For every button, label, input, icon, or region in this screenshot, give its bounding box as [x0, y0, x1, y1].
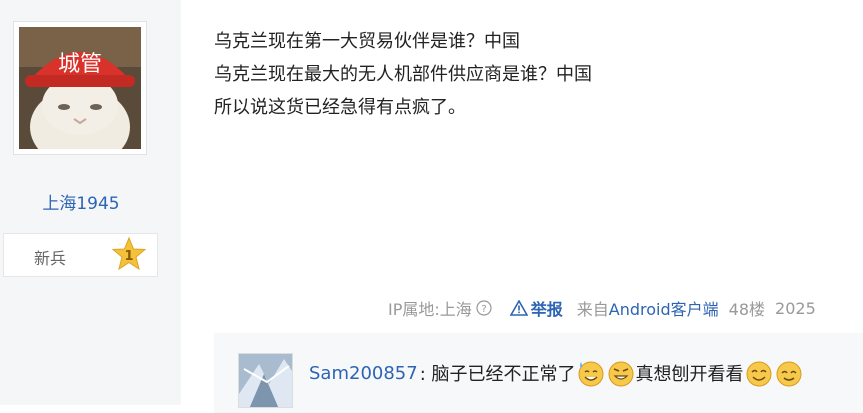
- report-label: 举报: [530, 300, 563, 319]
- author-sidebar: 城管 上海1945 新兵 1: [0, 0, 181, 405]
- client-source: 来自Android客户端: [577, 296, 719, 320]
- post-line-1: 乌克兰现在第一大贸易伙伴是谁？中国: [214, 31, 520, 52]
- comment-body-part1: : 脑子已经不正常了: [419, 364, 576, 385]
- level-title: 新兵: [34, 249, 67, 268]
- commenter-name-link[interactable]: Sam200857: [309, 363, 418, 384]
- report-button[interactable]: 举报: [509, 296, 563, 320]
- post-line-3: 所以说这货已经急得有点疯了。: [214, 97, 466, 118]
- comment-body-part2: 真想刨开看看: [635, 364, 744, 385]
- level-star-badge-icon: 1: [111, 236, 147, 271]
- svg-text:?: ?: [481, 304, 486, 315]
- level-box: 新兵 1: [3, 233, 158, 277]
- warning-triangle-icon: [509, 300, 528, 316]
- author-avatar[interactable]: 城管: [13, 21, 147, 155]
- comment-text: Sam200857 : 脑子已经不正常了 真想刨开看看: [309, 358, 804, 388]
- level-number: 1: [124, 249, 133, 264]
- blush-emoji-icon: [776, 361, 801, 387]
- post-line-2: 乌克兰现在最大的无人机部件供应商是谁？中国: [214, 64, 592, 85]
- floor-number: 48楼: [728, 300, 766, 319]
- commenter-avatar[interactable]: [238, 353, 293, 408]
- grin-emoji-icon: [608, 361, 633, 387]
- post-meta: IP属地:上海 ? 举报 来自Android客户端 48楼 2025: [388, 296, 816, 320]
- avatar-image: 城管: [19, 27, 141, 149]
- post-content: 乌克兰现在第一大贸易伙伴是谁？中国 乌克兰现在最大的无人机部件供应商是谁？中国 …: [214, 25, 592, 124]
- smile-emoji-icon: [746, 361, 771, 387]
- client-prefix: 来自: [576, 300, 609, 319]
- helmet-text: 城管: [58, 52, 102, 77]
- client-link[interactable]: Android客户端: [609, 300, 719, 319]
- author-name-link[interactable]: 上海1945: [0, 189, 162, 214]
- sweat-smile-emoji-icon: [578, 361, 603, 387]
- post-date: 2025: [775, 298, 816, 318]
- ip-location: IP属地:上海: [388, 300, 472, 319]
- help-question-icon[interactable]: ?: [476, 300, 492, 316]
